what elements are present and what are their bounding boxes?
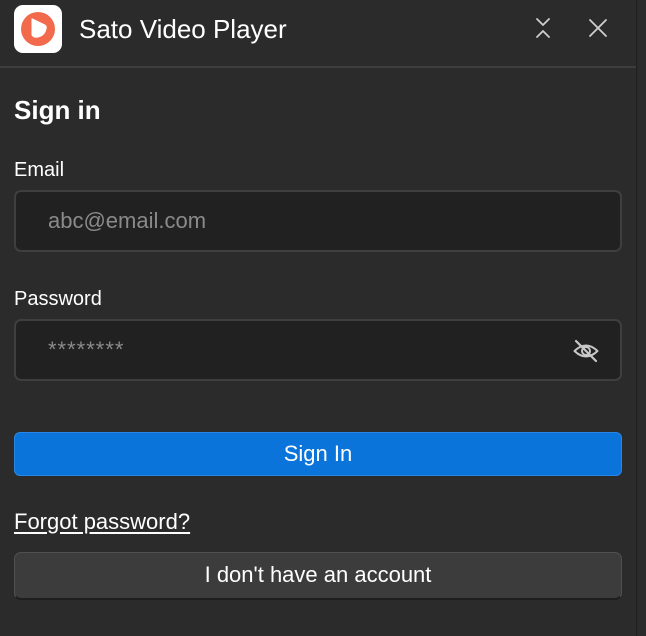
password-label: Password bbox=[14, 288, 102, 310]
eye-off-icon bbox=[573, 339, 599, 363]
email-label: Email bbox=[14, 159, 65, 181]
no-account-button[interactable]: I don't have an account bbox=[14, 552, 622, 600]
sign-in-button[interactable]: Sign In bbox=[14, 432, 622, 476]
close-icon bbox=[589, 19, 607, 37]
page-title: Sign in bbox=[14, 95, 101, 125]
app-logo-icon bbox=[14, 5, 62, 53]
sign-in-window: Sato Video Player Sign in Email Password… bbox=[0, 0, 637, 636]
password-value: ******** bbox=[48, 337, 125, 362]
email-field-container bbox=[14, 190, 622, 252]
collapse-button[interactable] bbox=[528, 13, 558, 43]
close-button[interactable] bbox=[583, 13, 613, 43]
window-edge bbox=[637, 0, 646, 636]
password-field[interactable]: ******** bbox=[14, 319, 622, 381]
email-field[interactable] bbox=[48, 192, 568, 250]
toggle-password-visibility-button[interactable] bbox=[572, 338, 600, 364]
forgot-password-link[interactable]: Forgot password? bbox=[14, 509, 190, 535]
window-title: Sato Video Player bbox=[79, 14, 287, 44]
title-bar: Sato Video Player bbox=[0, 0, 636, 68]
collapse-icon bbox=[536, 18, 550, 38]
